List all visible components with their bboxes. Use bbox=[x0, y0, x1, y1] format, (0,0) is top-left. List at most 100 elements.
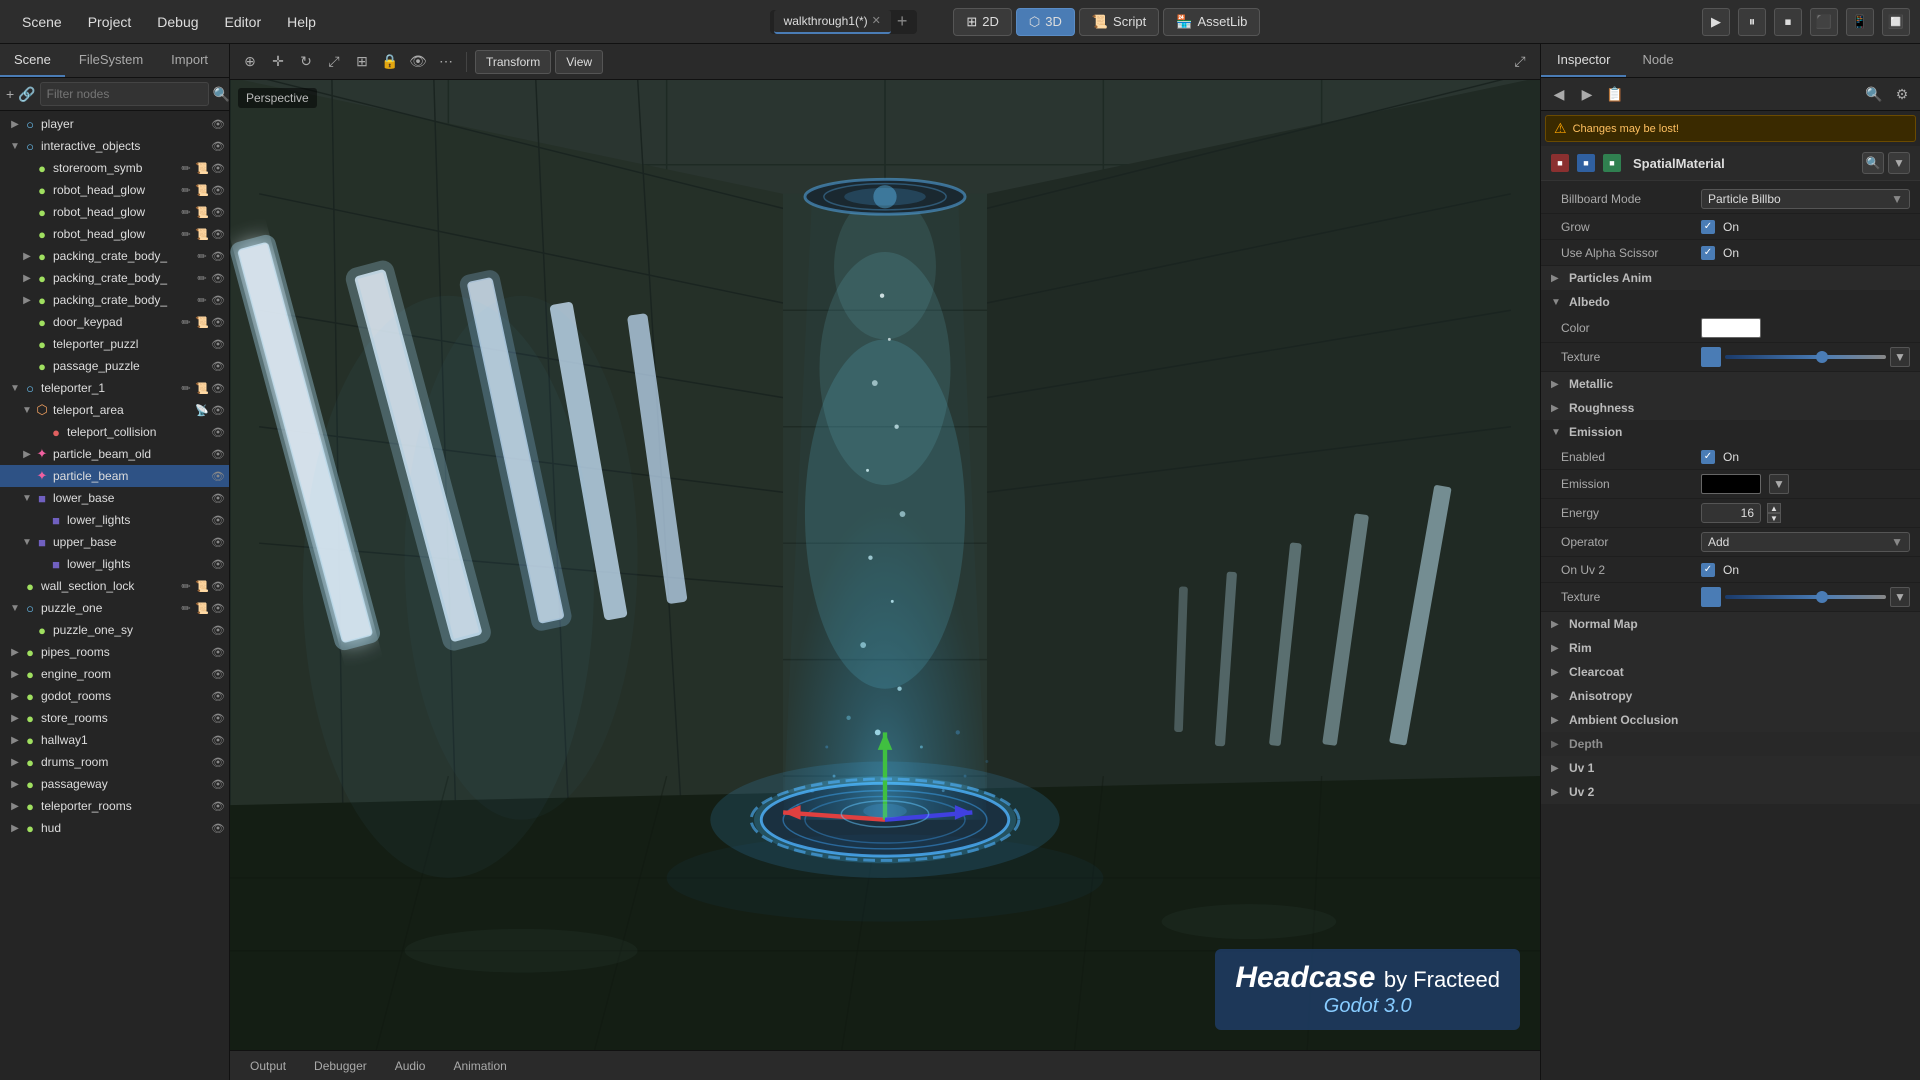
scale-tool[interactable]: ⤢ bbox=[322, 50, 346, 74]
section-anisotropy[interactable]: ▶ Anisotropy bbox=[1541, 684, 1920, 708]
edit-icon-robot1[interactable]: ✏ bbox=[179, 183, 193, 197]
pause-button[interactable]: ⏸ bbox=[1738, 8, 1766, 36]
alpha-scissor-checkbox[interactable]: ✓ bbox=[1701, 246, 1715, 260]
visibility-icon-tel-rooms[interactable]: 👁 bbox=[211, 799, 225, 813]
visibility-icon-crate3[interactable]: 👁 bbox=[211, 293, 225, 307]
visibility-icon-lower-lights[interactable]: 👁 bbox=[211, 513, 225, 527]
close-tab-icon[interactable]: ✕ bbox=[872, 14, 881, 27]
visibility-icon-robot2[interactable]: 👁 bbox=[211, 205, 225, 219]
move-tool[interactable]: ✛ bbox=[266, 50, 290, 74]
tree-item-player[interactable]: ▶ ○ player 👁 bbox=[0, 113, 229, 135]
script-icon-robot3[interactable]: 📜 bbox=[195, 227, 209, 241]
tree-item-beam-old[interactable]: ▶ ✦ particle_beam_old 👁 bbox=[0, 443, 229, 465]
visibility-icon-puzzle[interactable]: 👁 bbox=[211, 601, 225, 615]
tab-debugger[interactable]: Debugger bbox=[302, 1055, 379, 1077]
visibility-icon-drums[interactable]: 👁 bbox=[211, 755, 225, 769]
tab-animation[interactable]: Animation bbox=[441, 1055, 518, 1077]
section-ambient-occlusion[interactable]: ▶ Ambient Occlusion bbox=[1541, 708, 1920, 732]
visibility-icon-tel1[interactable]: 👁 bbox=[211, 381, 225, 395]
viewport[interactable]: Perspective Headcase by Fracteed Godot 3… bbox=[230, 80, 1540, 1050]
local-tool[interactable]: ⊞ bbox=[350, 50, 374, 74]
tree-item-crate2[interactable]: ▶ ● packing_crate_body_ ✏ 👁 bbox=[0, 267, 229, 289]
edit-icon-tel1[interactable]: ✏ bbox=[179, 381, 193, 395]
edit-icon-crate2[interactable]: ✏ bbox=[195, 271, 209, 285]
stop-button[interactable]: ⏹ bbox=[1774, 8, 1802, 36]
visibility-icon-coll[interactable]: 👁 bbox=[211, 425, 225, 439]
search-button[interactable]: 🔍 bbox=[213, 82, 230, 106]
section-emission[interactable]: ▼ Emission bbox=[1541, 420, 1920, 444]
emission-texture-slider[interactable] bbox=[1725, 595, 1886, 599]
mat-dropdown-btn[interactable]: ▼ bbox=[1888, 152, 1910, 174]
energy-down-btn[interactable]: ▼ bbox=[1767, 513, 1781, 523]
mode-assetlib[interactable]: 🏪 AssetLib bbox=[1163, 8, 1260, 36]
tree-item-passage-puzzle[interactable]: ● passage_puzzle 👁 bbox=[0, 355, 229, 377]
tab-output[interactable]: Output bbox=[238, 1055, 298, 1077]
energy-up-btn[interactable]: ▲ bbox=[1767, 503, 1781, 513]
tree-item-teleporter-puzzl[interactable]: ● teleporter_puzzl 👁 bbox=[0, 333, 229, 355]
menu-scene[interactable]: Scene bbox=[10, 8, 74, 36]
view-button[interactable]: View bbox=[555, 50, 603, 74]
visibility-icon-puzzle-sy[interactable]: 👁 bbox=[211, 623, 225, 637]
mobile-button[interactable]: 📱 bbox=[1846, 8, 1874, 36]
visibility-icon-beam[interactable]: 👁 bbox=[211, 469, 225, 483]
section-albedo[interactable]: ▼ Albedo bbox=[1541, 290, 1920, 314]
tab-import[interactable]: Import bbox=[157, 44, 222, 77]
section-clearcoat[interactable]: ▶ Clearcoat bbox=[1541, 660, 1920, 684]
tree-item-beam[interactable]: ✦ particle_beam 👁 bbox=[0, 465, 229, 487]
script-icon-wall[interactable]: 📜 bbox=[195, 579, 209, 593]
edit-icon-wall[interactable]: ✏ bbox=[179, 579, 193, 593]
visibility-icon-godot[interactable]: 👁 bbox=[211, 689, 225, 703]
tree-item-door-keypad[interactable]: ● door_keypad ✏ 📜 👁 bbox=[0, 311, 229, 333]
edit-icon-crate3[interactable]: ✏ bbox=[195, 293, 209, 307]
inspector-back-btn[interactable]: ◀ bbox=[1547, 82, 1571, 106]
edit-icon-robot2[interactable]: ✏ bbox=[179, 205, 193, 219]
tab-audio[interactable]: Audio bbox=[383, 1055, 438, 1077]
visibility-icon-passage[interactable]: 👁 bbox=[211, 359, 225, 373]
tree-item-store-rooms[interactable]: ▶ ● store_rooms 👁 bbox=[0, 707, 229, 729]
visibility-icon-tel-puzzl[interactable]: 👁 bbox=[211, 337, 225, 351]
billboard-dropdown[interactable]: Particle Billbo ▼ bbox=[1701, 189, 1910, 209]
visibility-icon-robot1[interactable]: 👁 bbox=[211, 183, 225, 197]
tree-item-hallway[interactable]: ▶ ● hallway1 👁 bbox=[0, 729, 229, 751]
section-uv1[interactable]: ▶ Uv 1 bbox=[1541, 756, 1920, 780]
tree-item-drums[interactable]: ▶ ● drums_room 👁 bbox=[0, 751, 229, 773]
emission-color-swatch[interactable] bbox=[1701, 474, 1761, 494]
visibility-icon-lower-lights2[interactable]: 👁 bbox=[211, 557, 225, 571]
section-metallic[interactable]: ▶ Metallic bbox=[1541, 372, 1920, 396]
fullscreen-button[interactable]: ⤢ bbox=[1508, 50, 1532, 74]
menu-editor[interactable]: Editor bbox=[213, 8, 274, 36]
albedo-texture-expand[interactable]: ▼ bbox=[1890, 347, 1910, 367]
script-icon-storeroom[interactable]: 📜 bbox=[195, 161, 209, 175]
emission-texture-expand[interactable]: ▼ bbox=[1890, 587, 1910, 607]
add-tab-icon[interactable]: + bbox=[891, 11, 914, 32]
section-rim[interactable]: ▶ Rim bbox=[1541, 636, 1920, 660]
visibility-icon-pipes[interactable]: 👁 bbox=[211, 645, 225, 659]
edit-icon-storeroom[interactable]: ✏ bbox=[179, 161, 193, 175]
visibility-icon-hallway[interactable]: 👁 bbox=[211, 733, 225, 747]
play-button[interactable]: ▶ bbox=[1702, 8, 1730, 36]
visibility-icon-area[interactable]: 👁 bbox=[211, 403, 225, 417]
edit-icon-crate1[interactable]: ✏ bbox=[195, 249, 209, 263]
visibility-icon-engine[interactable]: 👁 bbox=[211, 667, 225, 681]
albedo-texture-preview[interactable] bbox=[1701, 347, 1721, 367]
inspector-tab-inspector[interactable]: Inspector bbox=[1541, 44, 1626, 77]
mode-3d[interactable]: ⬡ 3D bbox=[1016, 8, 1075, 36]
tree-item-upper-base[interactable]: ▼ ■ upper_base 👁 bbox=[0, 531, 229, 553]
menu-help[interactable]: Help bbox=[275, 8, 328, 36]
transform-button[interactable]: Transform bbox=[475, 50, 551, 74]
step-button[interactable]: ⬛ bbox=[1810, 8, 1838, 36]
tree-arrow-teleporter1[interactable]: ▼ bbox=[8, 383, 22, 394]
tree-item-wall-section[interactable]: ● wall_section_lock ✏ 📜 👁 bbox=[0, 575, 229, 597]
tree-item-crate1[interactable]: ▶ ● packing_crate_body_ ✏ 👁 bbox=[0, 245, 229, 267]
editor-tab-walkthrough[interactable]: walkthrough1(*) ✕ bbox=[774, 10, 891, 34]
tree-item-godot-rooms[interactable]: ▶ ● godot_rooms 👁 bbox=[0, 685, 229, 707]
tree-arrow-interactive[interactable]: ▼ bbox=[8, 141, 22, 152]
mode-2d[interactable]: ⊞ 2D bbox=[953, 8, 1012, 36]
script-icon-robot2[interactable]: 📜 bbox=[195, 205, 209, 219]
tab-filesystem[interactable]: FileSystem bbox=[65, 44, 157, 77]
tree-item-lower-lights[interactable]: ■ lower_lights 👁 bbox=[0, 509, 229, 531]
tree-item-puzzle-one-sy[interactable]: ● puzzle_one_sy 👁 bbox=[0, 619, 229, 641]
visibility-icon-store[interactable]: 👁 bbox=[211, 711, 225, 725]
tree-item-teleport-coll[interactable]: ● teleport_collision 👁 bbox=[0, 421, 229, 443]
tree-item-robot3[interactable]: ● robot_head_glow ✏ 📜 👁 bbox=[0, 223, 229, 245]
